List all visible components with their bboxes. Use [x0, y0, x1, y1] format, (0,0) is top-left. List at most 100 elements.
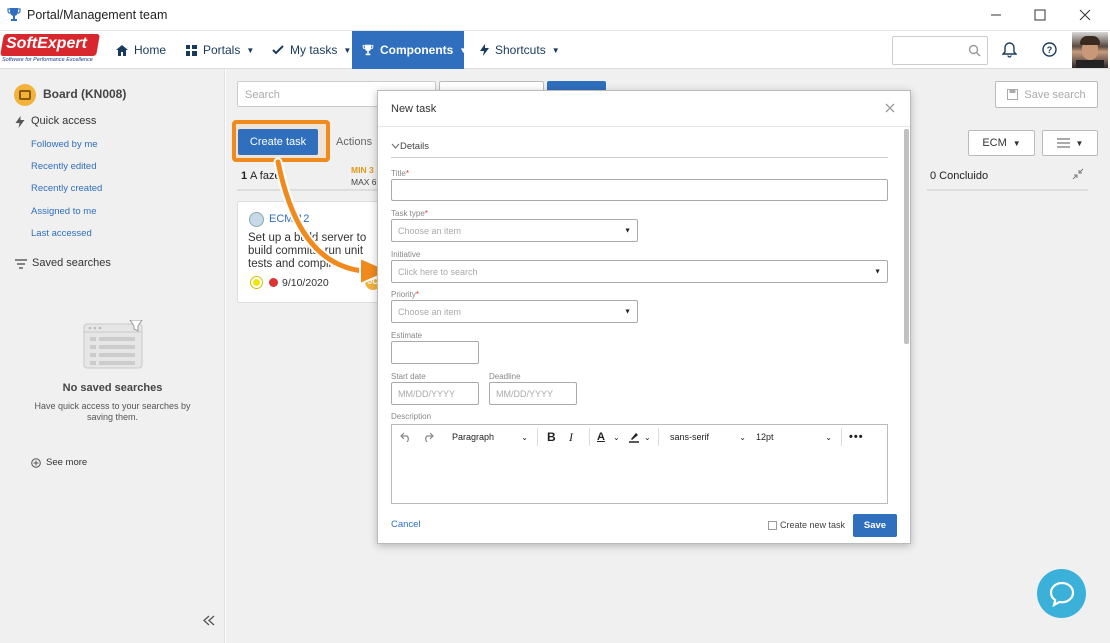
task-type-select[interactable]: Choose an item ▼: [391, 219, 638, 242]
trophy-icon: [7, 8, 21, 21]
description-editor[interactable]: [391, 449, 888, 504]
title-label-text: Title: [391, 169, 406, 178]
task-type-label: Task type*: [391, 209, 428, 218]
empty-searches-illustration-icon: [83, 320, 143, 369]
help-icon[interactable]: ?: [1042, 42, 1057, 57]
nav-shortcuts-label: Shortcuts: [495, 43, 546, 57]
board-icon: [14, 84, 36, 106]
nav-shortcuts[interactable]: Shortcuts ▼: [470, 31, 570, 69]
redo-icon[interactable]: [422, 432, 434, 442]
caret-down-icon: ▼: [874, 268, 881, 275]
cancel-button[interactable]: Cancel: [391, 519, 421, 530]
new-task-modal: New task Details Title* Task type* Choos…: [377, 90, 911, 544]
caret-down-icon: ▼: [1012, 138, 1021, 148]
save-button-label: Save: [863, 520, 887, 531]
save-button[interactable]: Save: [853, 514, 897, 537]
italic-icon[interactable]: I: [569, 425, 573, 449]
nav-portals[interactable]: Portals ▼: [176, 31, 264, 69]
plus-circle-icon: [31, 458, 41, 468]
create-new-task-checkbox[interactable]: [768, 521, 777, 530]
start-date-input[interactable]: MM/DD/YYYY: [391, 382, 479, 405]
link-last-accessed[interactable]: Last accessed: [31, 228, 92, 239]
card-type-icon: [249, 212, 264, 227]
global-search-input[interactable]: [892, 36, 988, 65]
nav-components-label: Components: [380, 43, 454, 57]
chevron-down-icon[interactable]: ⌄: [644, 425, 651, 449]
link-assigned-to-me[interactable]: Assigned to me: [31, 206, 96, 217]
task-type-label-text: Task type: [391, 209, 425, 218]
create-new-task-label: Create new task: [780, 520, 846, 530]
font-family-label: sans-serif: [670, 432, 710, 442]
nav-home[interactable]: Home: [106, 31, 176, 69]
user-avatar[interactable]: [1072, 32, 1108, 68]
saved-searches-heading: Saved searches: [32, 257, 111, 269]
chevron-down-icon[interactable]: [391, 143, 400, 150]
nav-components[interactable]: Components ▼: [352, 31, 467, 69]
caret-down-icon: ▼: [551, 45, 560, 55]
paragraph-format-select[interactable]: Paragraph ⌄: [452, 425, 532, 449]
collapse-column-icon[interactable]: [1072, 168, 1084, 180]
quick-access-heading: Quick access: [31, 115, 97, 127]
create-task-label: Create task: [249, 136, 307, 148]
toolbar-separator: [658, 428, 659, 446]
bell-icon[interactable]: [1002, 42, 1017, 58]
deadline-label: Deadline: [489, 372, 521, 381]
logo-tagline: Software for Performance Excellence: [2, 57, 93, 63]
initiative-label: Initiative: [391, 250, 421, 259]
required-marker: *: [415, 290, 420, 299]
logo-text: SoftExpert: [6, 35, 87, 52]
title-label: Title*: [391, 169, 409, 178]
chevron-down-icon[interactable]: ⌄: [613, 425, 620, 449]
modal-scrollbar[interactable]: [904, 129, 909, 344]
ecm-dropdown[interactable]: ECM ▼: [968, 130, 1035, 156]
link-recently-edited[interactable]: Recently edited: [31, 161, 96, 172]
deadline-input[interactable]: MM/DD/YYYY: [489, 382, 577, 405]
modal-title: New task: [391, 103, 437, 115]
close-icon[interactable]: [885, 103, 895, 113]
estimate-input[interactable]: [391, 341, 479, 364]
initiative-placeholder: Click here to search: [398, 266, 478, 277]
toolbar-separator: [537, 428, 538, 446]
maximize-icon[interactable]: [1031, 6, 1049, 24]
window-title: Portal/Management team: [27, 8, 168, 22]
save-search-button[interactable]: Save search: [995, 81, 1098, 108]
text-color-icon[interactable]: A: [597, 425, 605, 449]
link-followed-by-me[interactable]: Followed by me: [31, 139, 98, 150]
deadline-placeholder: MM/DD/YYYY: [496, 388, 554, 399]
font-size-select[interactable]: 12pt ⌄: [756, 425, 836, 449]
chevron-down-icon: ⌄: [521, 432, 528, 442]
caret-down-icon: ▼: [624, 227, 631, 234]
initiative-search-input[interactable]: Click here to search ▼: [391, 260, 888, 283]
softexpert-logo[interactable]: SoftExpert Software for Performance Exce…: [0, 32, 100, 66]
title-input[interactable]: [391, 179, 888, 201]
view-options-dropdown[interactable]: ▼: [1042, 130, 1098, 156]
board-title: Board (KN008): [43, 87, 127, 101]
highlight-color-icon[interactable]: [628, 431, 640, 443]
chat-support-button[interactable]: [1037, 569, 1086, 618]
sidebar: Board (KN008) Quick access Followed by m…: [0, 69, 225, 643]
caret-down-icon: ▼: [343, 45, 352, 55]
actions-menu[interactable]: Actions: [336, 136, 372, 148]
empty-searches-title: No saved searches: [62, 382, 163, 394]
home-icon: [116, 44, 128, 56]
bold-icon[interactable]: B: [547, 425, 556, 449]
empty-searches-desc-2: saving them.: [86, 412, 139, 422]
board-search-placeholder: Search: [245, 89, 280, 101]
column-count: 1: [241, 170, 248, 182]
done-column-divider: [927, 189, 1088, 191]
font-family-select[interactable]: sans-serif ⌄: [670, 425, 750, 449]
see-more-link[interactable]: See more: [46, 457, 87, 468]
priority-select[interactable]: Choose an item ▼: [391, 300, 638, 323]
more-options-icon[interactable]: •••: [849, 425, 864, 449]
collapse-sidebar-icon[interactable]: [203, 615, 215, 626]
minimize-icon[interactable]: [987, 6, 1005, 24]
undo-icon[interactable]: [400, 432, 412, 442]
priority-label: Priority*: [391, 290, 419, 299]
trophy-icon: [362, 44, 374, 56]
nav-my-tasks[interactable]: My tasks ▼: [262, 31, 361, 69]
caret-down-icon: ▼: [1075, 138, 1084, 148]
close-window-icon[interactable]: [1076, 6, 1094, 24]
start-date-label: Start date: [391, 372, 426, 381]
estimate-label: Estimate: [391, 331, 423, 340]
link-recently-created[interactable]: Recently created: [31, 183, 102, 194]
